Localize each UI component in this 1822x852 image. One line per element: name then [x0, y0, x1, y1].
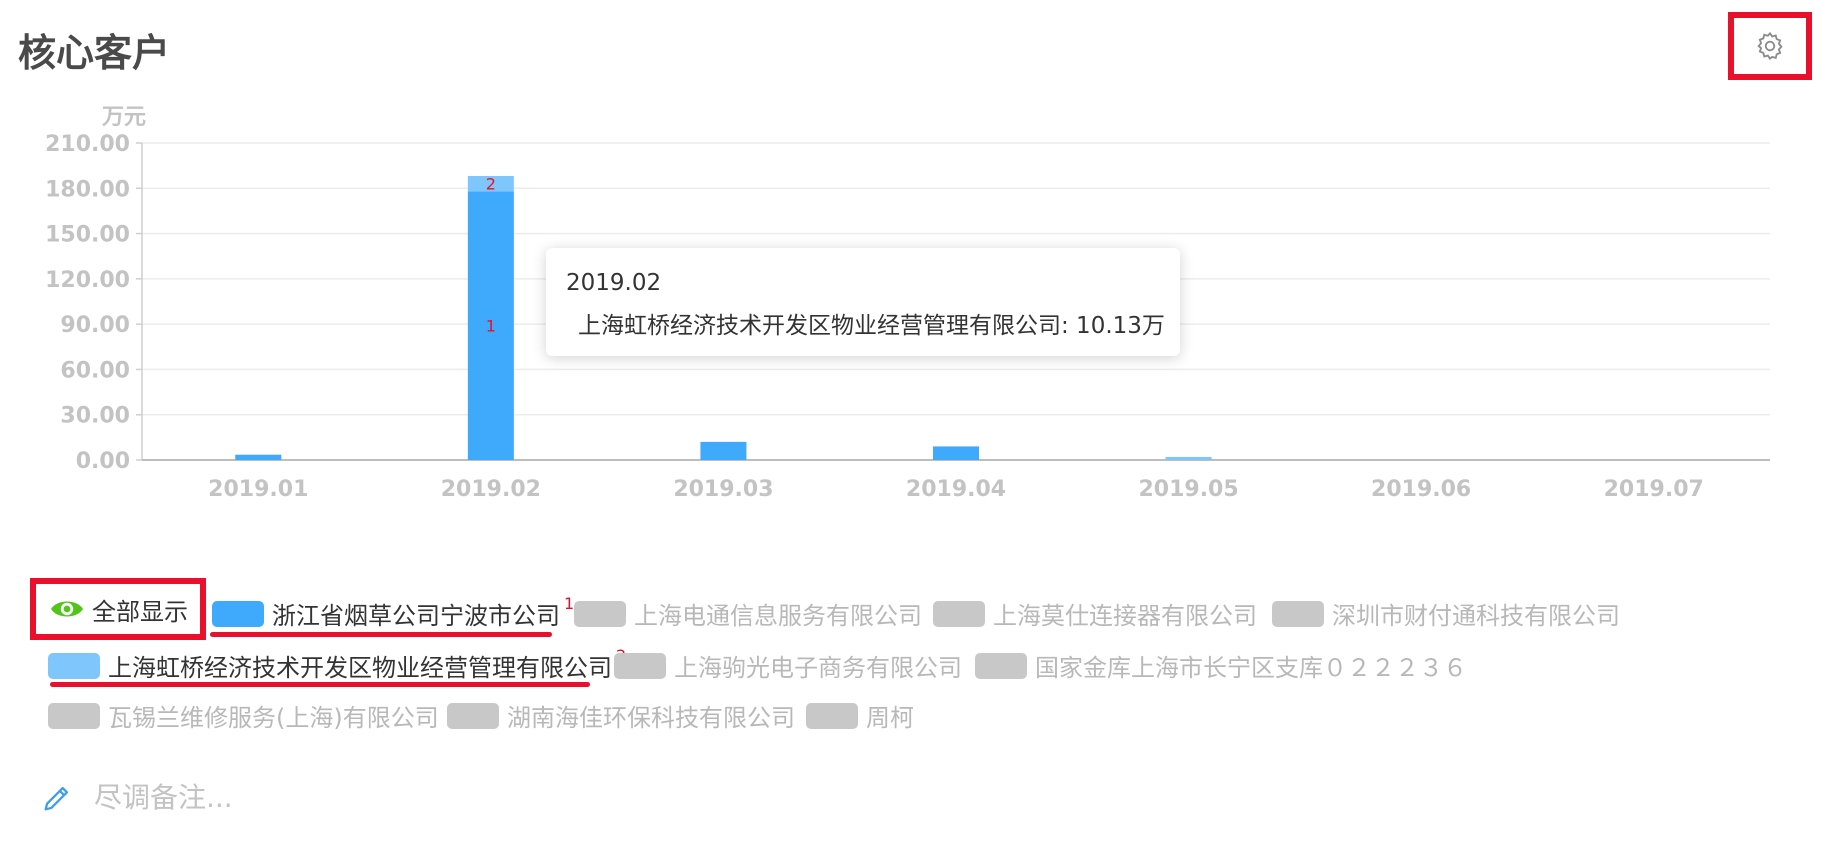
y-tick-label: 120.00 [45, 268, 130, 293]
legend-swatch [48, 652, 100, 679]
legend-label: 深圳市财付通科技有限公司 [1332, 602, 1620, 630]
legend-swatch [574, 600, 626, 627]
settings-button[interactable] [1728, 12, 1812, 80]
pencil-icon [44, 786, 69, 810]
y-tick-label: 90.00 [60, 313, 130, 338]
show-all-button[interactable]: 全部显示 [30, 578, 206, 640]
x-tick-label: 2019.04 [906, 477, 1006, 502]
legend-item[interactable]: 周柯 [806, 698, 914, 733]
y-tick-label: 0.00 [76, 449, 130, 474]
x-tick-label: 2019.05 [1138, 477, 1238, 502]
eye-icon [51, 601, 83, 617]
page-title: 核心客户 [18, 31, 171, 75]
legend-swatch [975, 652, 1027, 679]
x-tick-label: 2019.07 [1604, 477, 1704, 502]
legend-label: 瓦锡兰维修服务(上海)有限公司 [108, 704, 439, 732]
bar-marker-2: 2 [486, 175, 496, 194]
y-tick-label: 60.00 [60, 358, 130, 383]
remark-field[interactable] [40, 780, 596, 815]
y-tick-label: 180.00 [45, 177, 130, 202]
gear-icon [1757, 31, 1783, 61]
legend-label: 上海驹光电子商务有限公司 [674, 654, 962, 682]
legend-item[interactable]: 上海莫仕连接器有限公司 [933, 596, 1257, 631]
remark-input[interactable] [92, 780, 596, 815]
legend-item[interactable]: 湖南海佳环保科技有限公司 [447, 698, 795, 733]
x-tick-label: 2019.06 [1371, 477, 1471, 502]
y-tick-label: 30.00 [60, 404, 130, 429]
legend-item[interactable]: 上海驹光电子商务有限公司 [614, 648, 962, 683]
highlight-underline-2 [50, 682, 590, 687]
legend-swatch [447, 702, 499, 729]
legend-mark-1: 1 [564, 594, 575, 613]
legend-item[interactable]: 深圳市财付通科技有限公司 [1272, 596, 1620, 631]
x-tick-label: 2019.01 [208, 477, 308, 502]
legend-item[interactable]: 国家金库上海市长宁区支库０２２２３６ [975, 648, 1467, 683]
tooltip-date: 2019.02 [566, 270, 662, 296]
legend-label: 上海虹桥经济技术开发区物业经营管理有限公司 [108, 654, 612, 682]
legend-swatch [212, 600, 264, 627]
legend-swatch [806, 702, 858, 729]
legend-label: 湖南海佳环保科技有限公司 [507, 704, 795, 732]
bar-2019.03-series-1 [700, 441, 747, 460]
legend-item[interactable]: 上海虹桥经济技术开发区物业经营管理有限公司2 [48, 646, 626, 683]
legend-label: 上海莫仕连接器有限公司 [993, 602, 1257, 630]
legend-swatch [1272, 600, 1324, 627]
bar-marker-1: 1 [486, 317, 496, 336]
y-axis-unit: 万元 [101, 105, 146, 130]
legend-label: 浙江省烟草公司宁波市公司 [272, 602, 560, 630]
x-tick-label: 2019.02 [441, 477, 541, 502]
legend-swatch [48, 702, 100, 729]
legend-swatch [933, 600, 985, 627]
legend-item[interactable]: 瓦锡兰维修服务(上海)有限公司 [48, 698, 439, 733]
legend-item[interactable]: 浙江省烟草公司宁波市公司 1 [212, 594, 575, 631]
legend-item[interactable]: 上海电通信息服务有限公司 [574, 596, 922, 631]
bar-2019.05-series-2 [1165, 456, 1212, 460]
legend-label: 上海电通信息服务有限公司 [634, 602, 922, 630]
legend-label: 国家金库上海市长宁区支库０２２２３６ [1035, 654, 1467, 682]
chart-tooltip: 2019.02 上海虹桥经济技术开发区物业经营管理有限公司: 10.13万 [546, 248, 1180, 356]
bar-2019.04-series-1 [933, 446, 979, 460]
highlight-underline-1 [210, 632, 552, 637]
show-all-label: 全部显示 [92, 597, 188, 626]
tooltip-value: 上海虹桥经济技术开发区物业经营管理有限公司: 10.13万 [578, 313, 1165, 339]
x-tick-label: 2019.03 [673, 477, 773, 502]
legend-swatch [614, 652, 666, 679]
bar-2019.01-series-1 [235, 454, 282, 460]
y-tick-label: 210.00 [45, 132, 130, 157]
y-tick-label: 150.00 [45, 223, 130, 248]
legend-label: 周柯 [866, 704, 914, 732]
